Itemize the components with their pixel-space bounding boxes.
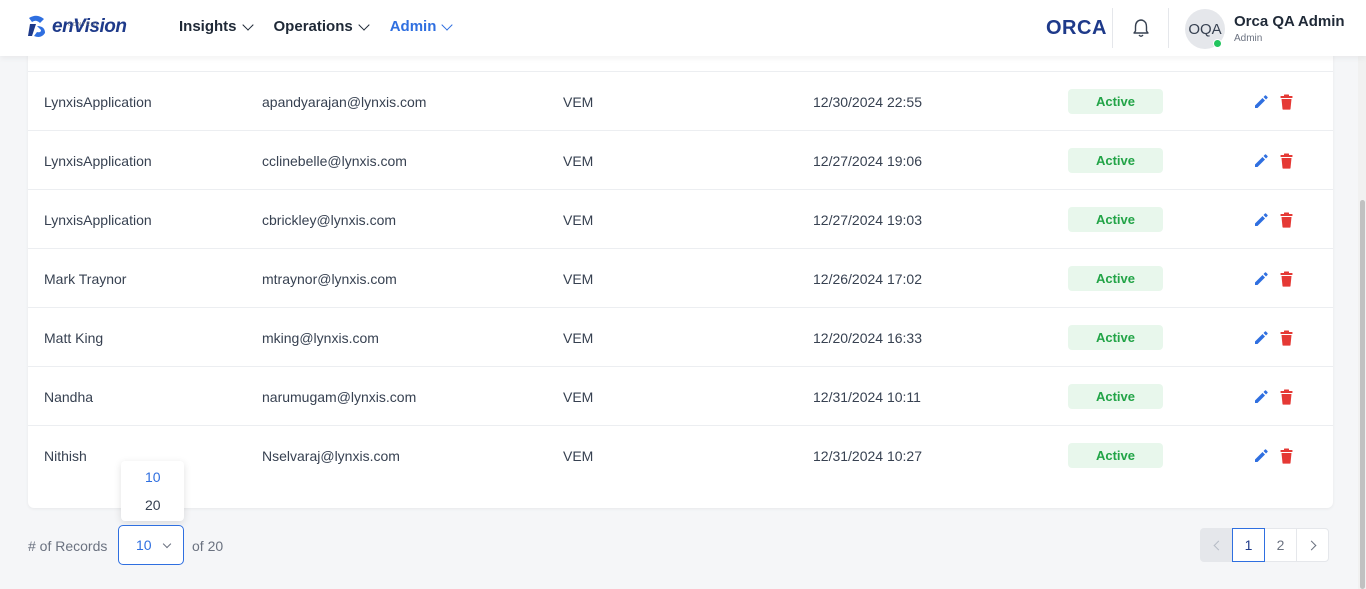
main-nav: Insights Operations Admin — [179, 18, 454, 35]
last-login-cell: 12/31/2024 10:27 — [813, 448, 922, 464]
edit-icon[interactable] — [1253, 94, 1269, 110]
user-name-cell: Mark Traynor — [44, 271, 127, 287]
header-divider — [1168, 8, 1169, 48]
department-cell: VEM — [563, 94, 594, 110]
envision-logo-icon — [28, 15, 45, 37]
online-status-dot — [1213, 39, 1222, 48]
edit-icon[interactable] — [1253, 212, 1269, 228]
last-login-cell: 12/20/2024 16:33 — [813, 330, 922, 346]
table-row: Nandha narumugam@lynxis.com VEM 12/31/2024 … — [28, 367, 1333, 426]
trash-icon[interactable] — [1280, 94, 1293, 110]
records-total: of 20 — [192, 538, 224, 554]
status-badge: Active — [1068, 266, 1163, 291]
page-size-option[interactable]: 10 — [145, 469, 161, 485]
department-cell: VEM — [563, 212, 594, 228]
last-login-cell: 12/30/2024 22:55 — [813, 94, 922, 110]
department-cell: VEM — [563, 153, 594, 169]
orca-logo: ORCA — [1046, 17, 1107, 39]
nav-admin[interactable]: Admin — [389, 18, 454, 35]
trash-icon[interactable] — [1280, 212, 1293, 228]
page-size-dropdown-menu: 10 20 — [121, 461, 184, 521]
records-label: # of Records — [28, 538, 108, 554]
chevron-left-icon — [1213, 540, 1223, 550]
user-name-cell: LynxisApplication — [44, 94, 152, 110]
page-button-2[interactable]: 2 — [1264, 528, 1297, 562]
trash-icon[interactable] — [1280, 389, 1293, 405]
chevron-down-icon — [441, 18, 454, 31]
email-cell: narumugam@lynxis.com — [262, 389, 417, 405]
department-cell: VEM — [563, 389, 594, 405]
nav-insights-label: Insights — [179, 18, 237, 35]
email-cell: mtraynor@lynxis.com — [262, 271, 397, 287]
table-row: Mark Traynor mtraynor@lynxis.com VEM 12/26/… — [28, 249, 1333, 308]
page-size-value: 10 — [136, 537, 152, 553]
last-login-cell: 12/26/2024 17:02 — [813, 271, 922, 287]
edit-icon[interactable] — [1253, 448, 1269, 464]
brand-subtitle: CONTROL — [68, 22, 100, 28]
edit-icon[interactable] — [1253, 153, 1269, 169]
trash-icon[interactable] — [1280, 153, 1293, 169]
email-cell: cbrickley@lynxis.com — [262, 212, 397, 228]
next-page-button[interactable] — [1296, 528, 1329, 562]
status-badge: Active — [1068, 325, 1163, 350]
department-cell: VEM — [563, 330, 594, 346]
last-login-cell: 12/27/2024 19:03 — [813, 212, 922, 228]
page-size-option[interactable]: 20 — [145, 497, 161, 513]
status-badge: Active — [1068, 384, 1163, 409]
department-cell: VEM — [563, 271, 594, 287]
user-name-cell: LynxisApplication — [44, 153, 152, 169]
email-cell: apandyarajan@lynxis.com — [262, 94, 427, 110]
user-name-cell: LynxisApplication — [44, 212, 152, 228]
last-login-cell: 12/31/2024 10:11 — [813, 389, 921, 405]
pagination: 1 2 — [1200, 528, 1329, 562]
table-row: LynxisApplication apandyarajan@lynxis.com… — [28, 72, 1333, 131]
email-cell: Nselvaraj@lynxis.com — [262, 448, 400, 464]
edit-icon[interactable] — [1253, 330, 1269, 346]
bell-icon[interactable] — [1131, 18, 1151, 38]
nav-operations-label: Operations — [273, 18, 353, 35]
last-login-cell: 12/27/2024 19:06 — [813, 153, 922, 169]
prev-page-button[interactable] — [1200, 528, 1233, 562]
chevron-down-icon — [358, 18, 370, 31]
nav-operations[interactable]: Operations — [273, 18, 370, 35]
status-badge: Active — [1068, 443, 1163, 468]
nav-insights[interactable]: Insights — [179, 18, 254, 35]
users-table: kdaughertykdaugherty@lynxis.comVEM11/22/… — [28, 30, 1333, 508]
trash-icon[interactable] — [1280, 271, 1293, 287]
user-role: Admin — [1234, 33, 1263, 44]
user-name-cell: Nithish — [44, 448, 87, 464]
page-size-select[interactable]: 10 — [118, 525, 184, 565]
edit-icon[interactable] — [1253, 389, 1269, 405]
status-badge: Active — [1068, 148, 1163, 173]
top-header: enVision CONTROL Insights Operations Adm… — [0, 0, 1366, 56]
header-divider — [1112, 8, 1113, 48]
table-row: Nithish Nselvaraj@lynxis.com VEM 12/31/2024… — [28, 426, 1333, 485]
scrollbar-thumb[interactable] — [1360, 200, 1365, 589]
trash-icon[interactable] — [1280, 448, 1293, 464]
edit-icon[interactable] — [1253, 271, 1269, 287]
email-cell: cclinebelle@lynxis.com — [262, 153, 407, 169]
table-row: Matt King mking@lynxis.com VEM 12/20/2024 1… — [28, 308, 1333, 367]
user-name[interactable]: Orca QA Admin — [1234, 13, 1345, 30]
nav-admin-label: Admin — [389, 18, 437, 35]
chevron-down-icon — [241, 18, 254, 31]
user-name-cell: Matt King — [44, 330, 104, 346]
chevron-down-icon — [162, 539, 171, 548]
status-badge: Active — [1068, 89, 1163, 114]
status-badge: Active — [1068, 207, 1163, 232]
user-name-cell: Nandha — [44, 389, 94, 405]
table-row: LynxisApplication cclinebelle@lynxis.com V… — [28, 131, 1333, 190]
department-cell: VEM — [563, 448, 594, 464]
chevron-right-icon — [1306, 540, 1316, 550]
table-row: LynxisApplication cbrickley@lynxis.com VEM… — [28, 190, 1333, 249]
page-button-1[interactable]: 1 — [1232, 528, 1265, 562]
email-cell: mking@lynxis.com — [262, 330, 379, 346]
trash-icon[interactable] — [1280, 330, 1293, 346]
